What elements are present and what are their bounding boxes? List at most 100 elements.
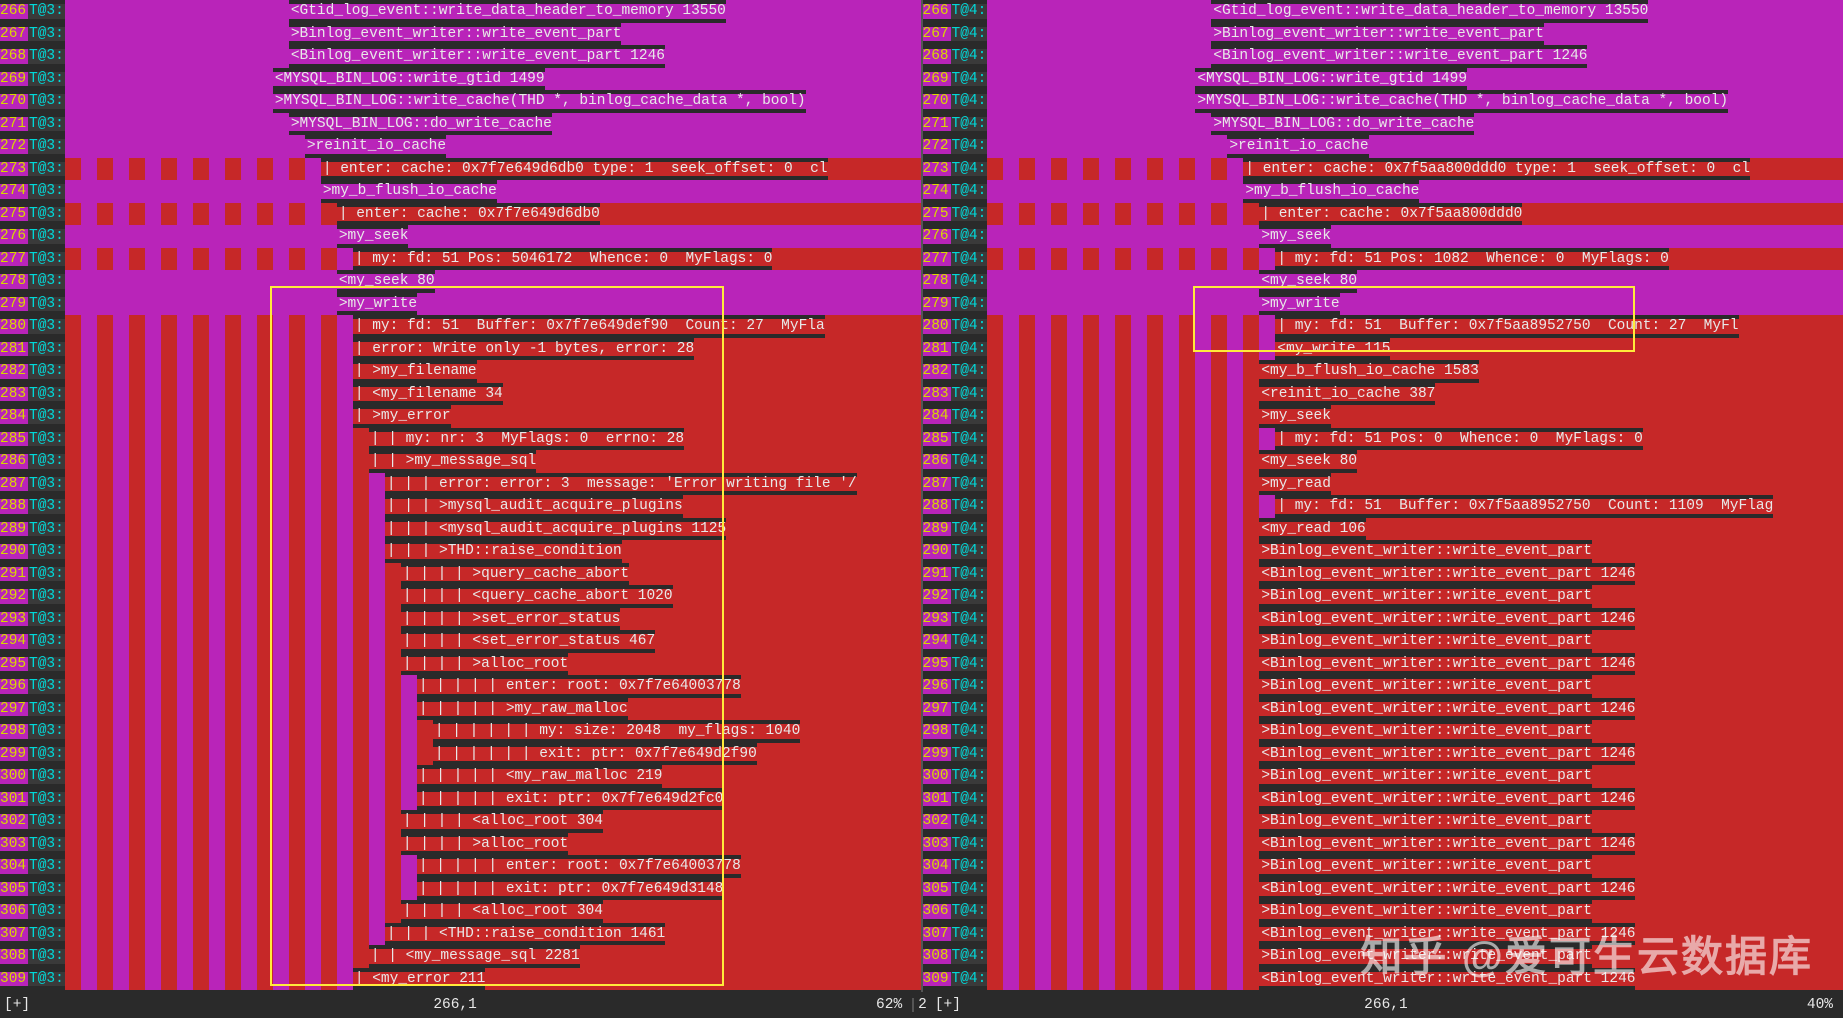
code-line[interactable]: 279T@4:>my_write bbox=[923, 293, 1843, 316]
code-line[interactable]: 281T@4:<my_write 115 bbox=[923, 338, 1843, 361]
code-line[interactable]: 273T@3:| enter: cache: 0x7f7e649d6db0 ty… bbox=[0, 158, 921, 181]
left-pane[interactable]: 266T@3:<Gtid_log_event::write_data_heade… bbox=[0, 0, 923, 992]
code-line[interactable]: 281T@3:| error: Write only -1 bytes, err… bbox=[0, 338, 921, 361]
line-text: | | | | <set_error_status 467 bbox=[401, 634, 655, 649]
code-line[interactable]: 277T@3:| my: fd: 51 Pos: 5046172 Whence:… bbox=[0, 248, 921, 271]
code-line[interactable]: 296T@4:>Binlog_event_writer::write_event… bbox=[923, 675, 1843, 698]
code-line[interactable]: 308T@4:>Binlog_event_writer::write_event… bbox=[923, 945, 1843, 968]
code-line[interactable]: 297T@3:| | | | | >my_raw_malloc bbox=[0, 698, 921, 721]
code-line[interactable]: 283T@4:<reinit_io_cache 387 bbox=[923, 383, 1843, 406]
code-line[interactable]: 286T@3:| | >my_message_sql bbox=[0, 450, 921, 473]
code-line[interactable]: 301T@4:<Binlog_event_writer::write_event… bbox=[923, 788, 1843, 811]
code-line[interactable]: 291T@4:<Binlog_event_writer::write_event… bbox=[923, 563, 1843, 586]
indent-bars bbox=[987, 855, 1259, 878]
code-line[interactable]: 271T@3:>MYSQL_BIN_LOG::do_write_cache bbox=[0, 113, 921, 136]
code-line[interactable]: 270T@3:>MYSQL_BIN_LOG::write_cache(THD *… bbox=[0, 90, 921, 113]
code-line[interactable]: 304T@4:>Binlog_event_writer::write_event… bbox=[923, 855, 1843, 878]
line-number: 292 bbox=[923, 589, 951, 604]
code-line[interactable]: 272T@3:>reinit_io_cache bbox=[0, 135, 921, 158]
code-line[interactable]: 280T@4:| my: fd: 51 Buffer: 0x7f5aa89527… bbox=[923, 315, 1843, 338]
indent-bars bbox=[987, 608, 1259, 631]
code-line[interactable]: 293T@4:<Binlog_event_writer::write_event… bbox=[923, 608, 1843, 631]
code-line[interactable]: 307T@4:<Binlog_event_writer::write_event… bbox=[923, 923, 1843, 946]
code-line[interactable]: 300T@3:| | | | | <my_raw_malloc 219 bbox=[0, 765, 921, 788]
code-line[interactable]: 278T@4:<my_seek 80 bbox=[923, 270, 1843, 293]
code-line[interactable]: 282T@3:| >my_filename bbox=[0, 360, 921, 383]
code-line[interactable]: 269T@3:<MYSQL_BIN_LOG::write_gtid 1499 bbox=[0, 68, 921, 91]
code-line[interactable]: 303T@3:| | | | >alloc_root bbox=[0, 833, 921, 856]
code-line[interactable]: 301T@3:| | | | | exit: ptr: 0x7f7e649d2f… bbox=[0, 788, 921, 811]
code-line[interactable]: 309T@4:<Binlog_event_writer::write_event… bbox=[923, 968, 1843, 991]
code-line[interactable]: 290T@3:| | | >THD::raise_condition bbox=[0, 540, 921, 563]
code-line[interactable]: 266T@4:<Gtid_log_event::write_data_heade… bbox=[923, 0, 1843, 23]
code-line[interactable]: 299T@4:<Binlog_event_writer::write_event… bbox=[923, 743, 1843, 766]
code-line[interactable]: 305T@3:| | | | | exit: ptr: 0x7f7e649d31… bbox=[0, 878, 921, 901]
code-line[interactable]: 307T@3:| | | <THD::raise_condition 1461 bbox=[0, 923, 921, 946]
code-line[interactable]: 292T@4:>Binlog_event_writer::write_event… bbox=[923, 585, 1843, 608]
code-line[interactable]: 269T@4:<MYSQL_BIN_LOG::write_gtid 1499 bbox=[923, 68, 1843, 91]
code-line[interactable]: 292T@3:| | | | <query_cache_abort 1020 bbox=[0, 585, 921, 608]
right-pane[interactable]: 266T@4:<Gtid_log_event::write_data_heade… bbox=[923, 0, 1843, 992]
code-line[interactable]: 302T@3:| | | | <alloc_root 304 bbox=[0, 810, 921, 833]
code-line[interactable]: 309T@3:| <my_error 211 bbox=[0, 968, 921, 991]
code-line[interactable]: 291T@3:| | | | >query_cache_abort bbox=[0, 563, 921, 586]
code-line[interactable]: 268T@3:<Binlog_event_writer::write_event… bbox=[0, 45, 921, 68]
code-line[interactable]: 299T@3:| | | | | | exit: ptr: 0x7f7e649d… bbox=[0, 743, 921, 766]
code-line[interactable]: 300T@4:>Binlog_event_writer::write_event… bbox=[923, 765, 1843, 788]
code-line[interactable]: 295T@3:| | | | >alloc_root bbox=[0, 653, 921, 676]
code-line[interactable]: 302T@4:>Binlog_event_writer::write_event… bbox=[923, 810, 1843, 833]
code-line[interactable]: 306T@3:| | | | <alloc_root 304 bbox=[0, 900, 921, 923]
code-line[interactable]: 294T@3:| | | | <set_error_status 467 bbox=[0, 630, 921, 653]
code-line[interactable]: 305T@4:<Binlog_event_writer::write_event… bbox=[923, 878, 1843, 901]
code-line[interactable]: 297T@4:<Binlog_event_writer::write_event… bbox=[923, 698, 1843, 721]
code-line[interactable]: 272T@4:>reinit_io_cache bbox=[923, 135, 1843, 158]
code-line[interactable]: 274T@4:>my_b_flush_io_cache bbox=[923, 180, 1843, 203]
code-line[interactable]: 271T@4:>MYSQL_BIN_LOG::do_write_cache bbox=[923, 113, 1843, 136]
code-line[interactable]: 273T@4:| enter: cache: 0x7f5aa800ddd0 ty… bbox=[923, 158, 1843, 181]
code-line[interactable]: 287T@4:>my_read bbox=[923, 473, 1843, 496]
code-line[interactable]: 277T@4:| my: fd: 51 Pos: 1082 Whence: 0 … bbox=[923, 248, 1843, 271]
thread-label: T@4: bbox=[951, 882, 988, 897]
code-line[interactable]: 284T@3:| >my_error bbox=[0, 405, 921, 428]
code-line[interactable]: 303T@4:<Binlog_event_writer::write_event… bbox=[923, 833, 1843, 856]
code-line[interactable]: 282T@4:<my_b_flush_io_cache 1583 bbox=[923, 360, 1843, 383]
code-line[interactable]: 285T@3:| | my: nr: 3 MyFlags: 0 errno: 2… bbox=[0, 428, 921, 451]
line-number: 268 bbox=[923, 49, 951, 64]
indent-bars bbox=[987, 923, 1259, 946]
code-line[interactable]: 267T@3:>Binlog_event_writer::write_event… bbox=[0, 23, 921, 46]
code-line[interactable]: 288T@4:| my: fd: 51 Buffer: 0x7f5aa89527… bbox=[923, 495, 1843, 518]
code-line[interactable]: 287T@3:| | | error: error: 3 message: 'E… bbox=[0, 473, 921, 496]
code-line[interactable]: 267T@4:>Binlog_event_writer::write_event… bbox=[923, 23, 1843, 46]
code-line[interactable]: 275T@4:| enter: cache: 0x7f5aa800ddd0 bbox=[923, 203, 1843, 226]
code-line[interactable]: 270T@4:>MYSQL_BIN_LOG::write_cache(THD *… bbox=[923, 90, 1843, 113]
code-line[interactable]: 285T@4:| my: fd: 51 Pos: 0 Whence: 0 MyF… bbox=[923, 428, 1843, 451]
code-line[interactable]: 280T@3:| my: fd: 51 Buffer: 0x7f7e649def… bbox=[0, 315, 921, 338]
code-line[interactable]: 275T@3:| enter: cache: 0x7f7e649d6db0 bbox=[0, 203, 921, 226]
code-line[interactable]: 288T@3:| | | >mysql_audit_acquire_plugin… bbox=[0, 495, 921, 518]
indent-bars bbox=[987, 293, 1259, 316]
line-text: | | | | | | my: size: 2048 my_flags: 104… bbox=[433, 724, 800, 739]
code-line[interactable]: 274T@3:>my_b_flush_io_cache bbox=[0, 180, 921, 203]
code-line[interactable]: 289T@4:<my_read 106 bbox=[923, 518, 1843, 541]
code-line[interactable]: 276T@3:>my_seek bbox=[0, 225, 921, 248]
code-line[interactable]: 294T@4:>Binlog_event_writer::write_event… bbox=[923, 630, 1843, 653]
code-line[interactable]: 290T@4:>Binlog_event_writer::write_event… bbox=[923, 540, 1843, 563]
code-line[interactable]: 295T@4:<Binlog_event_writer::write_event… bbox=[923, 653, 1843, 676]
line-number: 280 bbox=[0, 319, 28, 334]
code-line[interactable]: 268T@4:<Binlog_event_writer::write_event… bbox=[923, 45, 1843, 68]
code-line[interactable]: 278T@3:<my_seek 80 bbox=[0, 270, 921, 293]
code-line[interactable]: 306T@4:>Binlog_event_writer::write_event… bbox=[923, 900, 1843, 923]
code-line[interactable]: 289T@3:| | | <mysql_audit_acquire_plugin… bbox=[0, 518, 921, 541]
code-line[interactable]: 279T@3:>my_write bbox=[0, 293, 921, 316]
code-line[interactable]: 296T@3:| | | | | enter: root: 0x7f7e6400… bbox=[0, 675, 921, 698]
code-line[interactable]: 304T@3:| | | | | enter: root: 0x7f7e6400… bbox=[0, 855, 921, 878]
code-line[interactable]: 286T@4:<my_seek 80 bbox=[923, 450, 1843, 473]
code-line[interactable]: 266T@3:<Gtid_log_event::write_data_heade… bbox=[0, 0, 921, 23]
code-line[interactable]: 283T@3:| <my_filename 34 bbox=[0, 383, 921, 406]
code-line[interactable]: 276T@4:>my_seek bbox=[923, 225, 1843, 248]
code-line[interactable]: 284T@4:>my_seek bbox=[923, 405, 1843, 428]
code-line[interactable]: 298T@3:| | | | | | my: size: 2048 my_fla… bbox=[0, 720, 921, 743]
code-line[interactable]: 293T@3:| | | | >set_error_status bbox=[0, 608, 921, 631]
code-line[interactable]: 298T@4:>Binlog_event_writer::write_event… bbox=[923, 720, 1843, 743]
code-line[interactable]: 308T@3:| | <my_message_sql 2281 bbox=[0, 945, 921, 968]
